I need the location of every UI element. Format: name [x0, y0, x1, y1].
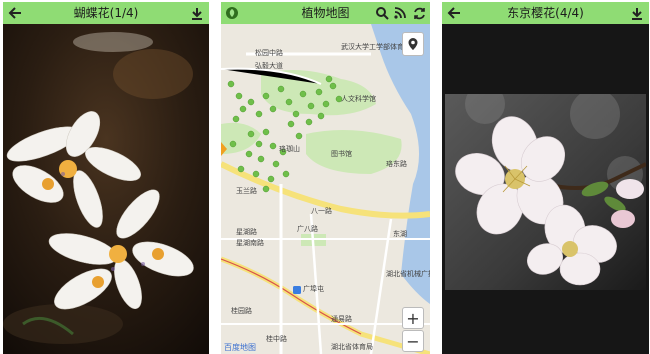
toolbar: 植物地图 [221, 2, 430, 24]
iris-photo[interactable] [3, 24, 209, 354]
map-label: 湖北省机械广播局 [386, 270, 430, 278]
screen-cherry-detail: 东京樱花(4/4) [442, 2, 649, 354]
map-label: 桂园路 [231, 307, 252, 315]
page-title: 东京樱花(4/4) [507, 6, 584, 20]
map-label: 弘毅大道 [255, 62, 283, 70]
map-watermark: 百度地图 [224, 343, 256, 352]
toolbar: 东京樱花(4/4) [442, 2, 649, 24]
screen-plant-map: 植物地图 松园中路 武汉大学工学部体育馆 弘毅大道 人文科学馆 珞珈山 图书馆 … [221, 2, 430, 354]
map-label: 松园中路 [255, 49, 283, 57]
search-icon[interactable] [374, 5, 390, 21]
map-label: 珞东路 [386, 160, 407, 168]
screen-iris-detail: 蝴蝶花(1/4) [3, 2, 209, 354]
map-label: 星湖路 [236, 228, 257, 236]
map-label: 玉兰路 [236, 187, 257, 195]
map-label: 珞珈山 [279, 145, 300, 153]
rss-icon[interactable] [392, 5, 408, 21]
zoom-out-button[interactable]: − [402, 330, 424, 352]
map-label: 星湖南路 [236, 239, 264, 247]
map-label: 东湖 [393, 230, 407, 238]
map-view[interactable]: 松园中路 武汉大学工学部体育馆 弘毅大道 人文科学馆 珞珈山 图书馆 珞东路 玉… [221, 24, 430, 354]
refresh-icon[interactable] [411, 5, 427, 21]
cherry-photo[interactable] [445, 84, 647, 290]
map-label: 通易路 [331, 315, 352, 323]
page-title: 蝴蝶花(1/4) [73, 6, 139, 20]
toolbar: 蝴蝶花(1/4) [3, 2, 209, 24]
download-icon[interactable] [629, 5, 645, 21]
map-label: 桂中路 [266, 335, 287, 343]
locate-button[interactable] [402, 32, 424, 56]
map-label: 广埠屯 [303, 285, 324, 293]
download-icon[interactable] [189, 5, 205, 21]
location-pin-icon [408, 38, 418, 50]
map-label: 八一路 [311, 207, 332, 215]
map-label: 广八路 [297, 225, 318, 233]
map-label: 武汉大学工学部体育馆 [341, 43, 411, 51]
map-label: 湖北省体育局 [331, 343, 373, 351]
zoom-in-button[interactable]: + [402, 307, 424, 329]
map-label: 图书馆 [331, 150, 352, 158]
map-label: 人文科学馆 [341, 95, 376, 103]
